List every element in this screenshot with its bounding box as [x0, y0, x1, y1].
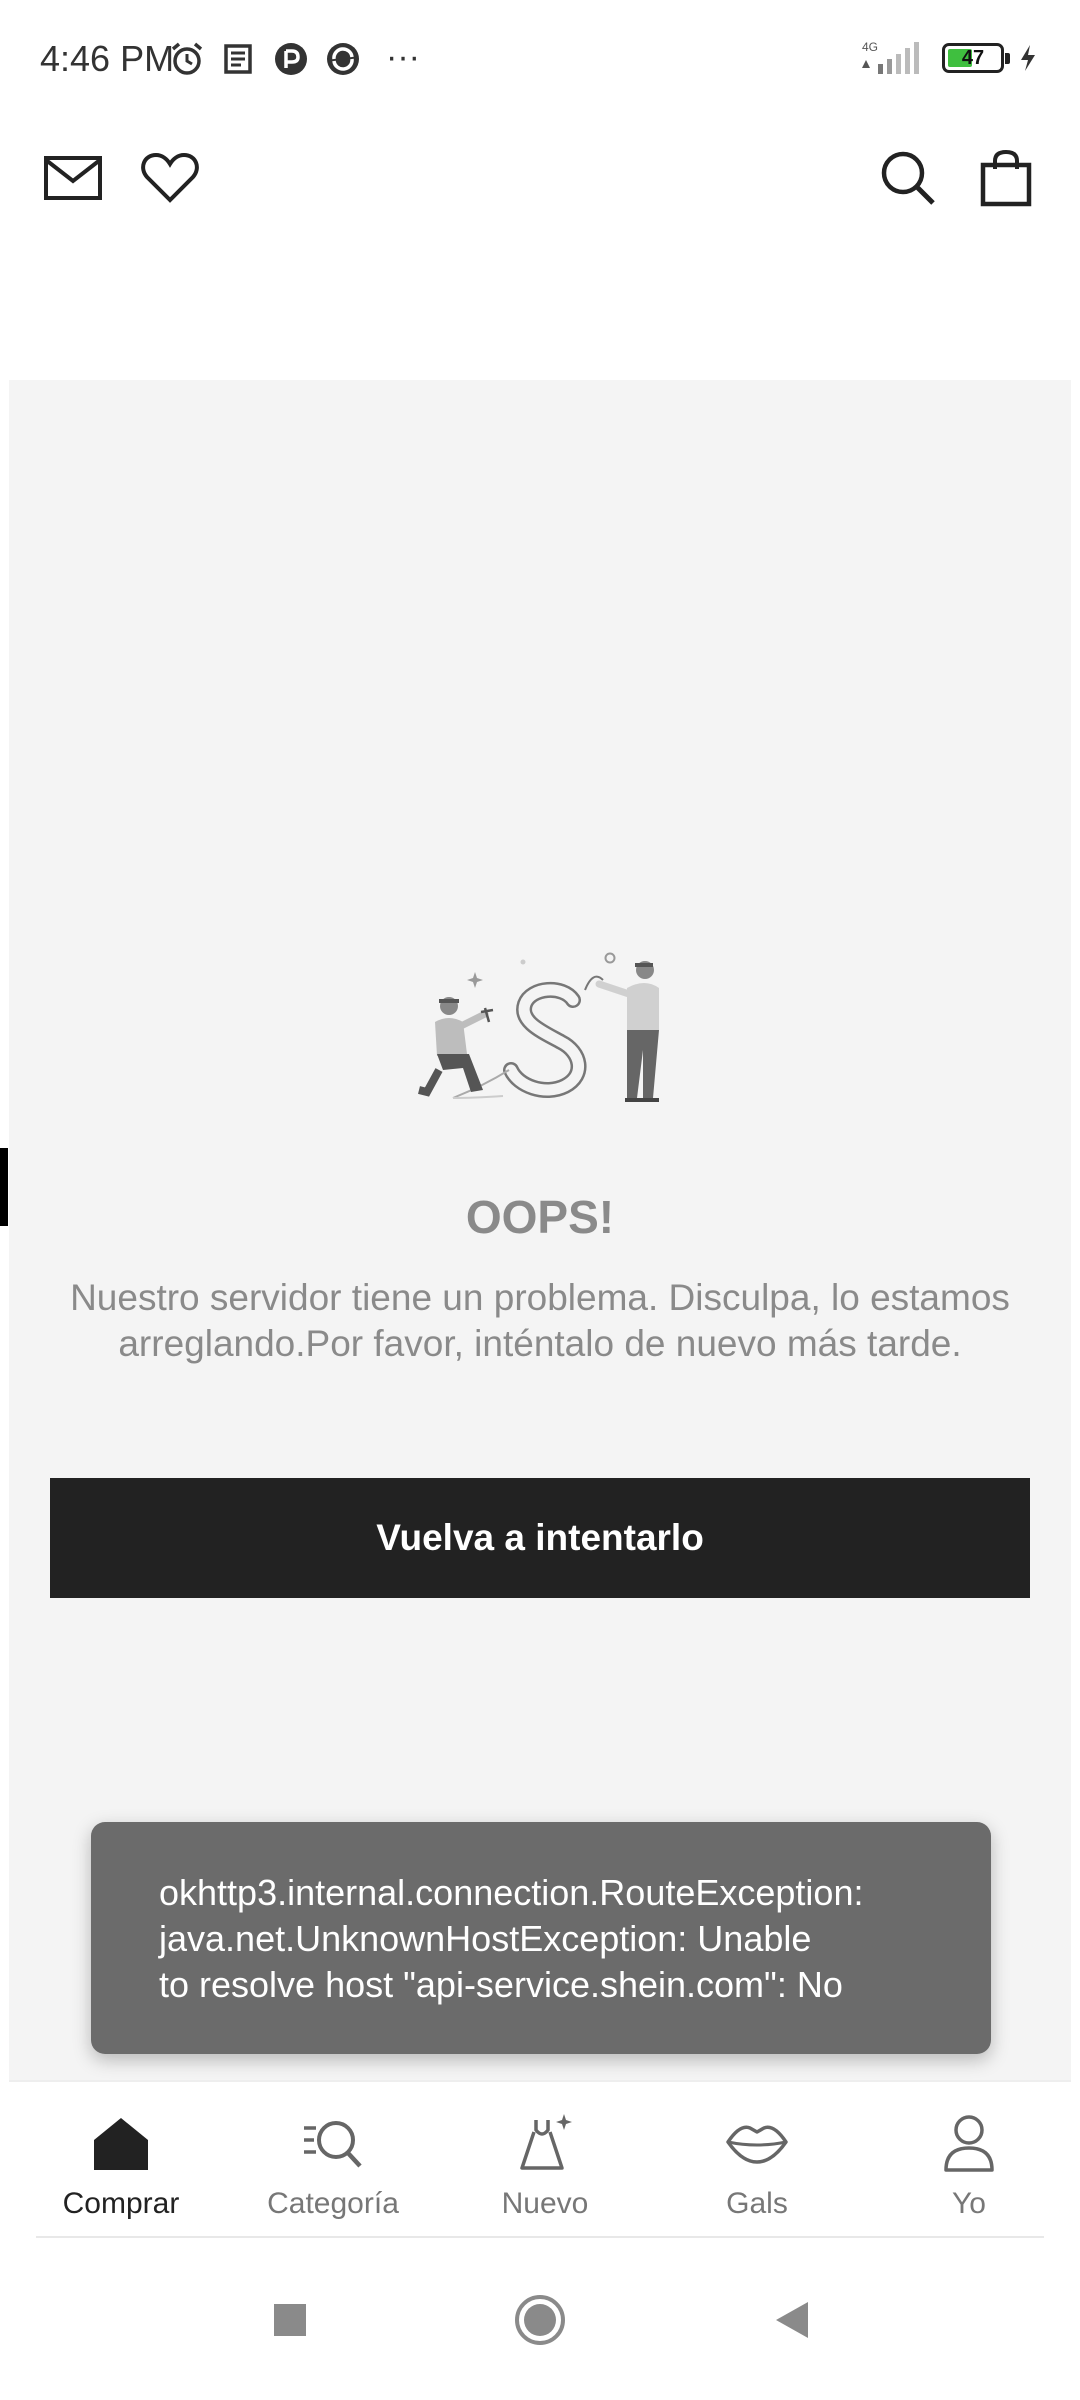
nav-label: Nuevo: [501, 2187, 589, 2220]
mail-icon[interactable]: [33, 138, 113, 218]
toast-line: to resolve host "api-service.shein.com":…: [159, 1964, 843, 2005]
back-triangle-icon[interactable]: [752, 2280, 832, 2360]
home-icon: [94, 2118, 148, 2170]
news-icon: [224, 44, 252, 74]
status-time: 4:46 PM: [40, 38, 175, 79]
bottom-nav: Comprar Categoría Nuevo Gals Yo: [9, 2080, 1071, 2232]
nav-label: Yo: [952, 2187, 986, 2220]
shopping-bag-icon[interactable]: [966, 138, 1046, 218]
lips-icon: [726, 2125, 788, 2164]
nav-label: Gals: [726, 2187, 788, 2220]
status-bar: 4:46 PM ··· 4G 47: [0, 0, 1080, 120]
nav-item-gals[interactable]: Gals: [651, 2112, 863, 2222]
error-title: OOPS!: [465, 1191, 615, 1243]
search-icon[interactable]: [868, 138, 948, 218]
recents-square-icon[interactable]: [250, 2280, 330, 2360]
error-message: Nuestro servidor tiene un problema. Disc…: [70, 1277, 1010, 1364]
retry-button[interactable]: Vuelva a intentarlo: [50, 1478, 1030, 1598]
heart-icon[interactable]: [130, 138, 210, 218]
alarm-icon: [171, 42, 203, 75]
more-dots-icon: ···: [386, 38, 420, 76]
home-circle-icon[interactable]: [500, 2280, 580, 2360]
top-bar: [0, 128, 1080, 228]
status-notification-icons: ···: [168, 40, 420, 78]
nav-item-nuevo[interactable]: Nuevo: [439, 2112, 651, 2222]
nav-item-comprar[interactable]: Comprar: [15, 2112, 227, 2222]
dress-sparkle-icon: [520, 2114, 572, 2170]
status-system-icons: 4G 47: [858, 38, 1038, 78]
nav-divider: [36, 2236, 1044, 2238]
signal-icon: 4G: [862, 40, 919, 74]
person-icon: [944, 2115, 994, 2172]
toast-line: java.net.UnknownHostException: Unable: [159, 1918, 812, 1959]
battery-level: 47: [961, 47, 985, 69]
app-r-icon: [275, 43, 307, 75]
category-search-icon: [304, 2121, 362, 2168]
network-type: 4G: [862, 40, 878, 54]
app-spin-icon: [327, 43, 359, 75]
nav-item-yo[interactable]: Yo: [863, 2112, 1075, 2222]
nav-item-categoria[interactable]: Categoría: [227, 2112, 439, 2222]
repair-illustration: [418, 952, 659, 1102]
nav-label: Categoría: [267, 2187, 399, 2220]
toast-line: okhttp3.internal.connection.RouteExcepti…: [159, 1872, 864, 1913]
nav-label: Comprar: [62, 2187, 180, 2220]
battery-icon: 47: [942, 43, 1010, 73]
system-nav-bar: [0, 2240, 1080, 2400]
error-toast: okhttp3.internal.connection.RouteExcepti…: [91, 1822, 991, 2054]
charging-icon: [1021, 45, 1035, 71]
